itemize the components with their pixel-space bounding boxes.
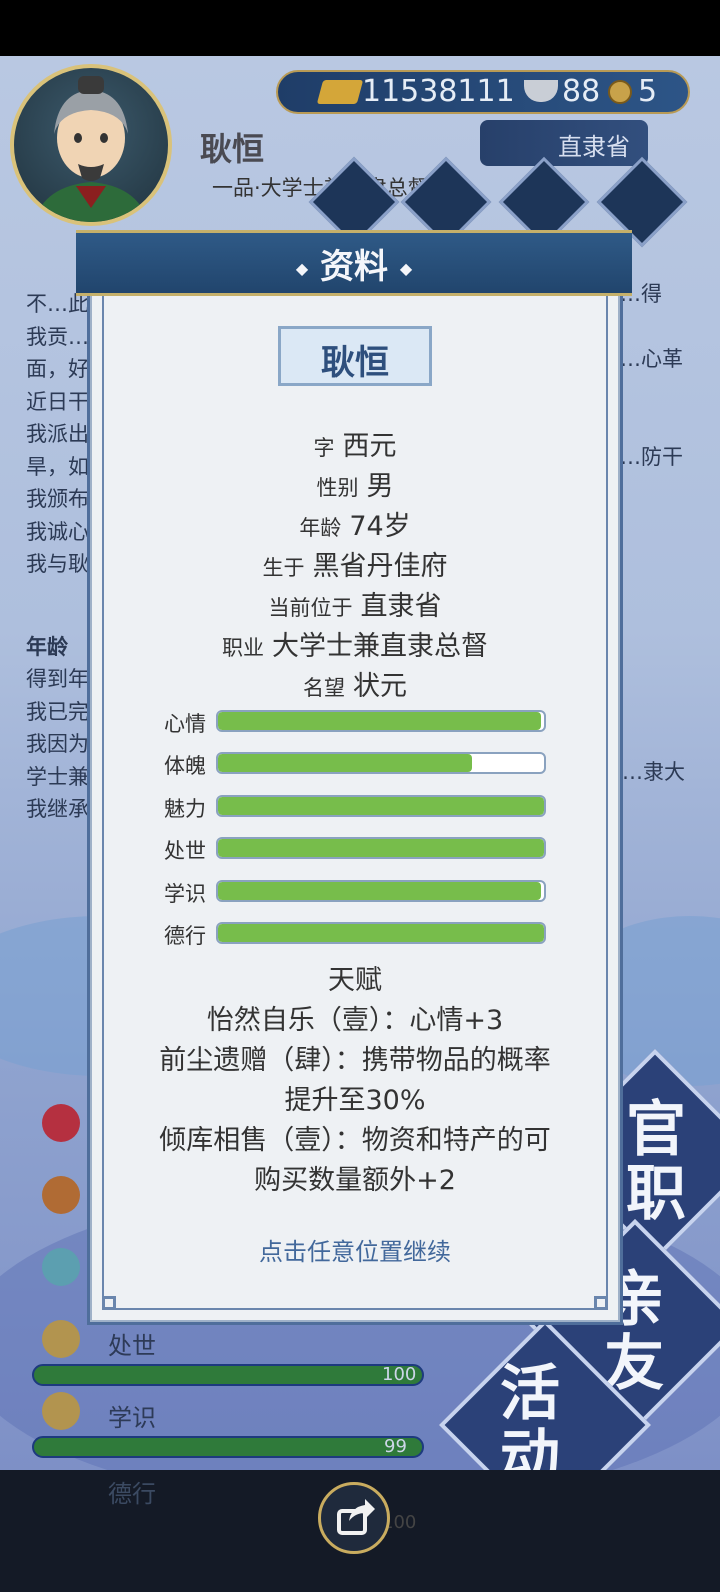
player-name: 耿恒	[200, 130, 265, 168]
books-icon	[42, 1392, 80, 1430]
stat-bar-fill	[218, 924, 544, 942]
info-value: 黑省丹佳府	[312, 551, 448, 582]
talent-line: 提升至30%	[284, 1085, 426, 1116]
corner-ornament	[594, 1296, 608, 1310]
office-button-label: 官职	[626, 1095, 686, 1229]
stat-label: 心情	[164, 712, 206, 736]
silver-ingot-icon	[524, 80, 558, 102]
corner-ornament	[102, 1296, 116, 1310]
stat-bar-fill	[218, 712, 541, 730]
currency-bar: 11538111 88 5	[276, 70, 690, 114]
stat-label: 学识	[164, 882, 206, 906]
mirror-icon	[42, 1248, 80, 1286]
stat-label: 魅力	[164, 797, 206, 821]
info-key: 年龄	[299, 516, 342, 540]
log-fragment: …心革	[620, 347, 683, 371]
info-key: 当前位于	[268, 596, 353, 620]
info-value: 西元	[342, 431, 397, 462]
character-name: 耿恒	[321, 343, 389, 383]
tools-icon	[42, 1320, 80, 1358]
log-right-column: …得 …心革 …防干	[620, 278, 683, 473]
talent-line: 倾库相售（壹）：物资和特产的可	[159, 1125, 551, 1156]
info-gender: 性别男	[90, 464, 620, 503]
stat-bar-track	[216, 710, 546, 732]
stat-bar-track	[216, 922, 546, 944]
player-avatar[interactable]	[10, 64, 172, 226]
info-key: 职业	[222, 636, 264, 660]
gold-ingot-icon	[316, 80, 364, 104]
stat-bar-track	[216, 795, 546, 817]
dialog-title-text: 资料	[320, 247, 388, 287]
info-value: 74岁	[349, 511, 411, 542]
dialog-title: ◆ 资料 ◆	[295, 247, 413, 287]
sidebar-bar-learning	[32, 1436, 424, 1458]
stat-bar-track	[216, 837, 546, 859]
info-value: 男	[366, 471, 394, 502]
log-fragment: …隶大	[622, 760, 685, 784]
info-key: 字	[313, 436, 335, 460]
sidebar-label-virtue: 德行	[108, 1480, 156, 1508]
share-icon	[337, 1499, 375, 1535]
sidebar-bar-worldly	[32, 1364, 424, 1386]
info-age: 年龄 74岁	[90, 504, 620, 543]
info-value: 直隶省	[360, 591, 442, 622]
character-name-plate: 耿恒	[278, 326, 432, 386]
coin-amount: 5	[638, 74, 658, 109]
stat-bar-track	[216, 880, 546, 902]
talent-line: 前尘遗赠（肆）：携带物品的概率	[159, 1045, 551, 1076]
continue-hint[interactable]: 点击任意位置继续	[90, 1232, 620, 1267]
talent-heading: 天赋	[328, 965, 382, 996]
info-courtesy-name: 字西元	[90, 424, 620, 463]
stat-bar-fill	[218, 754, 473, 772]
location-label: 直隶省	[558, 133, 630, 161]
stat-label: 体魄	[164, 754, 206, 778]
sidebar-label-learning: 学识	[108, 1404, 156, 1432]
dialog-title-banner: ◆ 资料 ◆	[76, 230, 632, 296]
stat-bar-fill	[218, 797, 544, 815]
stat-label: 处世	[164, 839, 206, 863]
old-man-portrait-icon	[34, 76, 148, 222]
info-value: 状元	[353, 671, 407, 702]
info-key: 性别	[316, 476, 359, 500]
info-current-location: 当前位于 直隶省	[90, 584, 620, 623]
talent-line: 怡然自乐（壹）：心情+3	[206, 1005, 504, 1036]
sidebar-label-worldly: 处世	[108, 1332, 156, 1360]
flower-icon	[42, 1104, 80, 1142]
stat-label: 德行	[164, 924, 206, 948]
info-birthplace: 生于 黑省丹佳府	[90, 544, 620, 583]
info-value: 大学士兼直隶总督	[272, 631, 488, 662]
info-reputation: 名望 状元	[90, 664, 620, 703]
log-fragment: …防干	[620, 444, 683, 469]
talent-line: 购买数量额外+2	[254, 1165, 456, 1196]
stat-bar-track	[216, 752, 546, 774]
info-key: 生于	[262, 556, 305, 580]
sidebar-value: 99	[384, 1436, 407, 1457]
silver-amount: 88	[562, 74, 601, 109]
location-badge[interactable]: 直隶省	[480, 120, 648, 166]
share-button[interactable]	[318, 1482, 390, 1554]
person-icon	[42, 1176, 80, 1214]
gold-amount: 11538111	[362, 74, 515, 109]
info-key: 名望	[303, 676, 345, 700]
coin-icon	[608, 80, 632, 104]
sidebar-value: 100	[382, 1364, 417, 1385]
stat-bar-fill	[218, 839, 544, 857]
stat-bar-fill	[218, 882, 541, 900]
status-bar	[0, 0, 720, 56]
info-occupation: 职业 大学士兼直隶总督	[90, 624, 620, 663]
